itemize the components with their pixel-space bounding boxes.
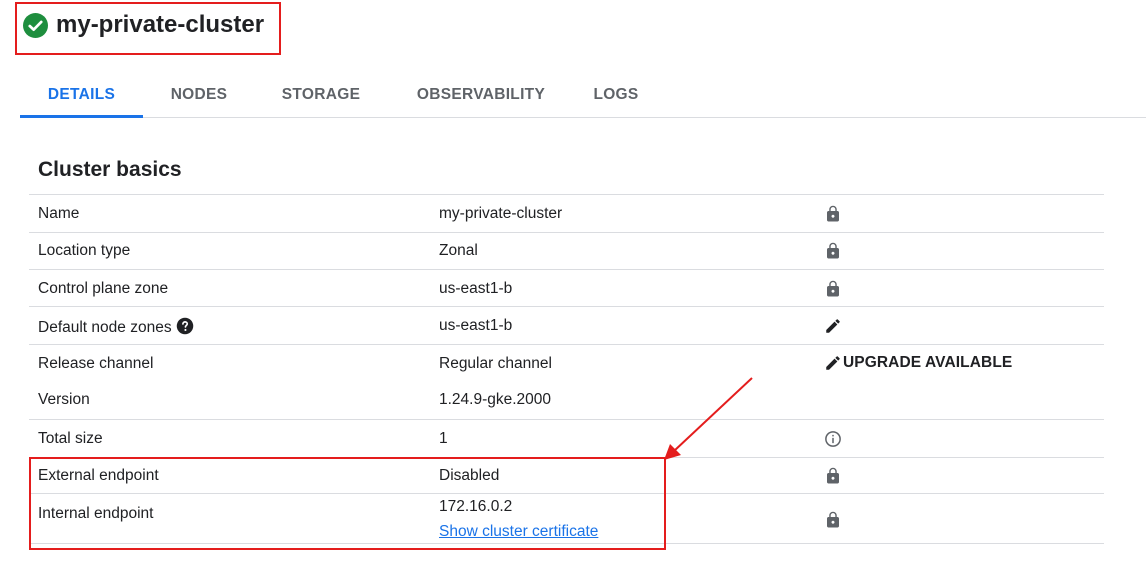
tab-logs[interactable]: LOGS xyxy=(582,72,650,118)
lock-icon xyxy=(824,280,842,298)
row-value: Regular channel xyxy=(439,355,552,372)
row-value: Zonal xyxy=(439,242,478,259)
table-row-version: Version 1.24.9-gke.2000 xyxy=(29,382,1104,419)
row-value: 1 xyxy=(439,430,448,447)
table-row-release-channel: Release channel Regular channel UPGRADE … xyxy=(29,344,1104,382)
row-value: my-private-cluster xyxy=(439,205,563,222)
row-label: Total size xyxy=(38,430,103,447)
row-value: us-east1-b xyxy=(439,317,513,334)
help-icon[interactable] xyxy=(176,317,194,335)
row-value: 1.24.9-gke.2000 xyxy=(439,391,552,408)
row-label: Release channel xyxy=(38,355,154,372)
table-row-default-node-zones: Default node zones us-east1-b xyxy=(29,306,1104,344)
row-label-wrap: Default node zones xyxy=(38,317,194,337)
lock-icon xyxy=(824,205,842,223)
check-circle-icon xyxy=(23,13,48,38)
cluster-details-page: my-private-cluster DETAILS NODES STORAGE… xyxy=(0,0,1146,567)
lock-icon xyxy=(824,511,842,529)
info-icon[interactable] xyxy=(824,430,842,448)
edit-icon xyxy=(826,356,840,370)
edit-icon[interactable] xyxy=(824,317,842,335)
table-row-control-plane-zone: Control plane zone us-east1-b xyxy=(29,269,1104,306)
tab-details[interactable]: DETAILS xyxy=(20,72,143,118)
tab-storage[interactable]: STORAGE xyxy=(270,72,372,118)
upgrade-available-label: UPGRADE AVAILABLE xyxy=(843,354,1013,371)
row-label: Name xyxy=(38,205,80,222)
tab-nodes[interactable]: NODES xyxy=(153,72,245,118)
endpoint-highlight-box xyxy=(29,457,666,550)
row-label: Default node zones xyxy=(38,319,172,336)
table-row-total-size: Total size 1 xyxy=(29,419,1104,457)
tab-bar: DETAILS NODES STORAGE OBSERVABILITY LOGS xyxy=(20,72,1146,118)
row-label: Location type xyxy=(38,242,131,259)
table-row-location-type: Location type Zonal xyxy=(29,232,1104,269)
tab-observability[interactable]: OBSERVABILITY xyxy=(405,72,557,118)
page-title: my-private-cluster xyxy=(56,11,265,38)
row-value: us-east1-b xyxy=(439,280,513,297)
active-tab-indicator xyxy=(20,115,143,118)
lock-icon xyxy=(824,467,842,485)
table-row-name: Name my-private-cluster xyxy=(29,194,1104,232)
row-label: Control plane zone xyxy=(38,280,169,297)
row-label: Version xyxy=(38,391,90,408)
section-title: Cluster basics xyxy=(38,158,182,181)
lock-icon xyxy=(824,242,842,260)
upgrade-available-button[interactable]: UPGRADE AVAILABLE xyxy=(824,354,1012,372)
